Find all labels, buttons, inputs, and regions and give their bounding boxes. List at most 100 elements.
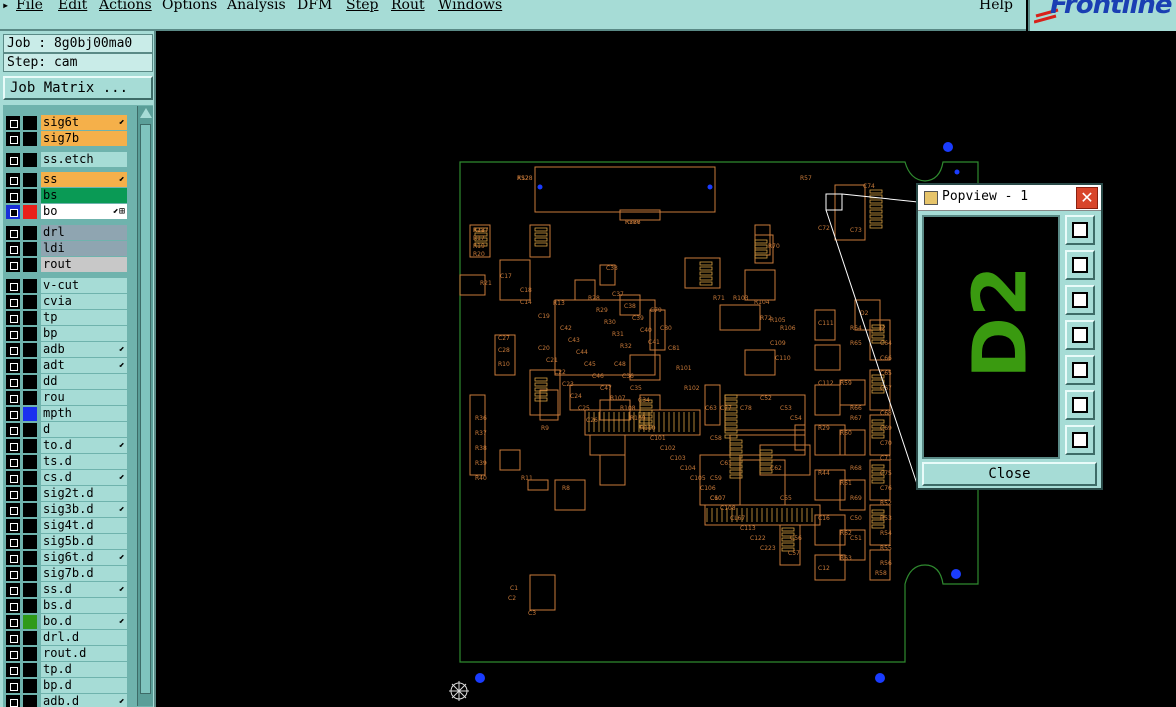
layer-row-adt[interactable]: adt ⬋: [6, 358, 127, 373]
layer-row-adb[interactable]: adb ⬋: [6, 342, 127, 357]
layer-checkbox[interactable]: [6, 242, 20, 256]
layer-color-swatch[interactable]: [23, 258, 37, 272]
layer-checkbox[interactable]: [6, 189, 20, 203]
layer-color-swatch[interactable]: [23, 279, 37, 293]
layer-name[interactable]: d: [41, 422, 127, 437]
layer-color-swatch[interactable]: [23, 343, 37, 357]
layer-color-swatch[interactable]: [23, 695, 37, 707]
layer-color-swatch[interactable]: [23, 535, 37, 549]
layer-color-swatch[interactable]: [23, 631, 37, 645]
layer-name[interactable]: cs.d ⬋: [41, 470, 127, 485]
layer-name[interactable]: sig7b.d: [41, 566, 127, 581]
layer-color-swatch[interactable]: [23, 189, 37, 203]
layer-checkbox[interactable]: [6, 647, 20, 661]
layer-name[interactable]: bs.d: [41, 598, 127, 613]
layer-name[interactable]: bp.d: [41, 678, 127, 693]
layer-row-cs-d[interactable]: cs.d ⬋: [6, 470, 127, 485]
layer-color-swatch[interactable]: [23, 153, 37, 167]
layer-color-swatch[interactable]: [23, 132, 37, 146]
layer-color-swatch[interactable]: [23, 375, 37, 389]
pan-up-icon[interactable]: [1065, 250, 1095, 280]
layer-color-swatch[interactable]: [23, 567, 37, 581]
layer-row-dd[interactable]: dd: [6, 374, 127, 389]
zoom-out-icon[interactable]: [1065, 425, 1095, 455]
close-icon[interactable]: ✕: [1076, 187, 1098, 209]
layer-row-bs-d[interactable]: bs.d: [6, 598, 127, 613]
layer-row-rout[interactable]: rout: [6, 257, 127, 272]
layer-color-swatch[interactable]: [23, 327, 37, 341]
layer-checkbox[interactable]: [6, 391, 20, 405]
scroll-up-icon[interactable]: [140, 108, 152, 118]
scroll-thumb[interactable]: [140, 124, 151, 694]
layer-checkbox[interactable]: [6, 359, 20, 373]
layer-checkbox[interactable]: [6, 599, 20, 613]
layer-row-ts-d[interactable]: ts.d: [6, 454, 127, 469]
layer-name[interactable]: v-cut: [41, 278, 127, 293]
layer-row-bp[interactable]: bp: [6, 326, 127, 341]
layer-row-sig5b-d[interactable]: sig5b.d: [6, 534, 127, 549]
layer-row-ss[interactable]: ss ⬋: [6, 172, 127, 187]
zoom-fit-icon[interactable]: [1065, 215, 1095, 245]
zoom-in-icon[interactable]: [1065, 390, 1095, 420]
layer-name[interactable]: adb.d ⬋: [41, 694, 127, 707]
layer-color-swatch[interactable]: [23, 663, 37, 677]
layer-row-sig2t-d[interactable]: sig2t.d: [6, 486, 127, 501]
layer-checkbox[interactable]: [6, 295, 20, 309]
layer-checkbox[interactable]: [6, 487, 20, 501]
layer-name[interactable]: adt ⬋: [41, 358, 127, 373]
layer-row-sig7b[interactable]: sig7b: [6, 131, 127, 146]
layer-checkbox[interactable]: [6, 679, 20, 693]
layer-name[interactable]: bs: [41, 188, 127, 203]
layer-row-ss-d[interactable]: ss.d ⬋: [6, 582, 127, 597]
layer-row-bo[interactable]: bo ⬋⊞: [6, 204, 127, 219]
layer-color-swatch[interactable]: [23, 519, 37, 533]
menu-analysis[interactable]: Analysis: [227, 0, 286, 13]
layer-color-swatch[interactable]: [23, 439, 37, 453]
layer-checkbox[interactable]: [6, 583, 20, 597]
layer-checkbox[interactable]: [6, 258, 20, 272]
layer-row-sig7b-d[interactable]: sig7b.d: [6, 566, 127, 581]
layer-color-swatch[interactable]: [23, 116, 37, 130]
layer-checkbox[interactable]: [6, 439, 20, 453]
layer-row-drl-d[interactable]: drl.d: [6, 630, 127, 645]
layer-color-swatch[interactable]: [23, 407, 37, 421]
layer-row-bo-d[interactable]: bo.d ⬋: [6, 614, 127, 629]
layer-checkbox[interactable]: [6, 631, 20, 645]
layer-checkbox[interactable]: [6, 375, 20, 389]
layer-name[interactable]: dd: [41, 374, 127, 389]
menu-step[interactable]: Step: [346, 0, 378, 13]
layer-color-swatch[interactable]: [23, 583, 37, 597]
popview-viewport[interactable]: D2: [922, 215, 1060, 459]
layer-color-swatch[interactable]: [23, 551, 37, 565]
layer-row-tp[interactable]: tp: [6, 310, 127, 325]
layer-name[interactable]: bo ⬋⊞: [41, 204, 127, 219]
layer-name[interactable]: tp.d: [41, 662, 127, 677]
layer-color-swatch[interactable]: [23, 226, 37, 240]
layer-name[interactable]: sig7b: [41, 131, 127, 146]
layer-row-sig3b-d[interactable]: sig3b.d ⬋: [6, 502, 127, 517]
layer-row-sig6t[interactable]: sig6t ⬋: [6, 115, 127, 130]
menu-edit[interactable]: Edit: [58, 0, 87, 13]
layer-checkbox[interactable]: [6, 343, 20, 357]
layer-name[interactable]: sig6t.d ⬋: [41, 550, 127, 565]
layer-color-swatch[interactable]: [23, 455, 37, 469]
layer-name[interactable]: drl: [41, 225, 127, 240]
layer-name[interactable]: ldi: [41, 241, 127, 256]
layer-checkbox[interactable]: [6, 663, 20, 677]
layer-name[interactable]: adb ⬋: [41, 342, 127, 357]
layer-color-swatch[interactable]: [23, 423, 37, 437]
layer-row-rou[interactable]: rou: [6, 390, 127, 405]
layer-checkbox[interactable]: [6, 116, 20, 130]
layer-name[interactable]: ss ⬋: [41, 172, 127, 187]
layer-name[interactable]: tp: [41, 310, 127, 325]
menu-dfm[interactable]: DFM: [297, 0, 332, 13]
menu-help[interactable]: Help: [979, 0, 1013, 13]
layer-checkbox[interactable]: [6, 551, 20, 565]
layer-name[interactable]: ss.etch: [41, 152, 127, 167]
layer-color-swatch[interactable]: [23, 503, 37, 517]
layer-color-swatch[interactable]: [23, 599, 37, 613]
layer-color-swatch[interactable]: [23, 359, 37, 373]
popview-titlebar[interactable]: Popview - 1 ✕: [918, 185, 1101, 211]
layer-row-drl[interactable]: drl: [6, 225, 127, 240]
menu-windows[interactable]: Windows: [438, 0, 502, 13]
